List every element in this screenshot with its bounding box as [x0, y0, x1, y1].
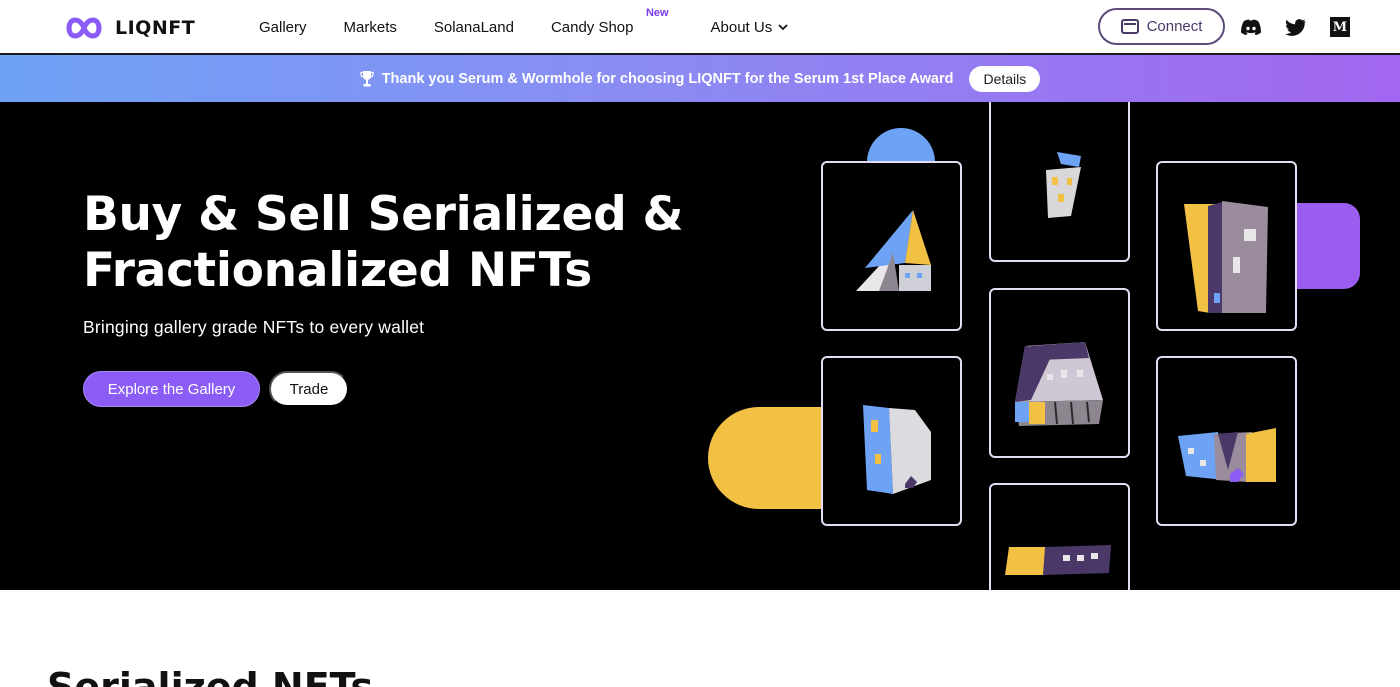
- trophy-icon: [360, 70, 374, 86]
- nav-solanaland[interactable]: SolanaLand: [434, 19, 514, 36]
- nft-card[interactable]: [821, 356, 962, 526]
- section-title: Serialized NFTs: [47, 665, 374, 687]
- nav-candy-shop[interactable]: Candy Shop New: [550, 7, 669, 36]
- wallet-icon: [1120, 19, 1139, 34]
- banner-text: Thank you Serum & Wormhole for choosing …: [381, 70, 954, 87]
- nav-gallery[interactable]: Gallery: [259, 19, 307, 36]
- chevron-down-icon: [778, 24, 788, 31]
- nft-card[interactable]: [989, 288, 1130, 458]
- building-artwork: [1015, 342, 1103, 426]
- hero-section: Buy & Sell Serialized & Fractionalized N…: [0, 102, 1400, 590]
- twitter-link[interactable]: [1284, 16, 1306, 38]
- explore-gallery-button[interactable]: Explore the Gallery: [83, 371, 260, 407]
- announcement-banner: Thank you Serum & Wormhole for choosing …: [0, 55, 1400, 102]
- details-button[interactable]: Details: [969, 65, 1041, 92]
- nft-card[interactable]: [989, 102, 1130, 262]
- building-artwork: [1184, 201, 1268, 313]
- infinity-icon: [66, 17, 102, 39]
- building-artwork: [863, 405, 931, 494]
- nav-about-us-label: About Us: [710, 19, 773, 36]
- twitter-icon: [1284, 18, 1305, 36]
- trade-button[interactable]: Trade: [269, 371, 349, 407]
- medium-link[interactable]: M: [1329, 16, 1351, 38]
- discord-icon: [1241, 19, 1261, 35]
- connect-wallet-button[interactable]: Connect: [1098, 8, 1225, 45]
- brand-name: LIQNFT: [115, 17, 196, 39]
- nav-candy-shop-label: Candy Shop: [550, 19, 634, 36]
- top-navbar: LIQNFT Gallery Markets SolanaLand Candy …: [0, 0, 1400, 55]
- building-artwork: [856, 210, 931, 291]
- logo[interactable]: LIQNFT: [63, 14, 195, 42]
- discord-link[interactable]: [1240, 16, 1262, 38]
- nav-about-us[interactable]: About Us: [711, 19, 789, 36]
- building-artwork: [1005, 545, 1111, 575]
- nft-card[interactable]: [989, 483, 1130, 590]
- nft-card[interactable]: [1156, 161, 1297, 331]
- nft-card[interactable]: [1156, 356, 1297, 526]
- hero-title: Buy & Sell Serialized & Fractionalized N…: [83, 187, 684, 298]
- hero-subtitle: Bringing gallery grade NFTs to every wal…: [83, 317, 425, 337]
- medium-icon: M: [1330, 17, 1350, 37]
- nft-card[interactable]: [821, 161, 962, 331]
- connect-label: Connect: [1146, 18, 1203, 35]
- building-artwork: [1046, 152, 1081, 218]
- main-nav: Gallery Markets SolanaLand Candy Shop Ne…: [259, 0, 825, 55]
- new-badge: New: [645, 7, 669, 19]
- nav-markets[interactable]: Markets: [344, 19, 397, 36]
- building-artwork: [1178, 428, 1276, 482]
